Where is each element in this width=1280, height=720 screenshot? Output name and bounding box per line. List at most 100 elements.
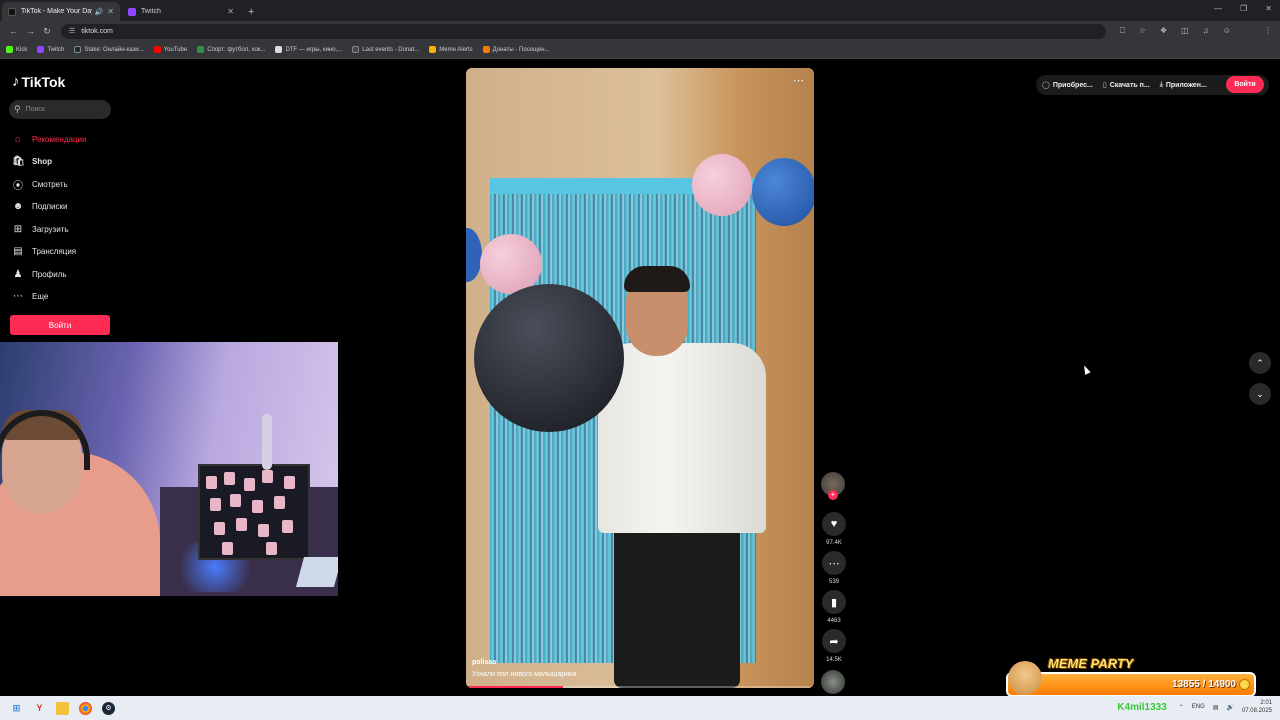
save-action[interactable]: ▮ 4463 (821, 590, 847, 625)
sidebar-item-label: Еще (32, 292, 49, 302)
back-icon[interactable]: ← (9, 26, 18, 36)
dtf-icon (275, 46, 283, 53)
cam-figurine (262, 414, 272, 470)
speaker-icon[interactable]: 🔊 (95, 8, 104, 16)
sidebar-item-label: Shop (32, 157, 52, 167)
blue-balloon (752, 158, 814, 226)
donations-icon (482, 46, 490, 53)
sidebar-item-recommendations[interactable]: ⌂ Рекомендации (12, 128, 87, 151)
video-player[interactable]: ⋯ polisaa Узнали пол нового малышарика (466, 68, 814, 688)
close-tab-icon[interactable]: ✕ (227, 7, 234, 16)
author-avatar[interactable]: + (821, 472, 845, 500)
share-icon[interactable]: ➦ (822, 629, 846, 653)
tab-twitch[interactable]: Twitch ✕ (122, 2, 240, 21)
sidebar-item-more[interactable]: ⋯ Еще (12, 286, 86, 309)
bookmark-kick[interactable]: Kick (6, 46, 27, 53)
sidebar-item-profile[interactable]: ♟ Профиль (12, 263, 86, 286)
overlay-nickname: K4mil1333 (1117, 701, 1167, 713)
video-actions: + ♥ 97.4K ⋯ 539 ▮ 4463 ➦ 14.5K (821, 472, 847, 694)
close-window-icon[interactable]: ✕ (1265, 4, 1272, 13)
bookmark-donationalerts[interactable]: Last events - Donat... (352, 46, 419, 53)
browser-menu-icon[interactable]: ⋮ (1264, 26, 1272, 35)
yandex-browser-icon[interactable]: Y (33, 702, 46, 715)
donation-icon (352, 46, 360, 53)
bookmark-youtube[interactable]: YouTube (153, 46, 188, 53)
bookmark-twitch[interactable]: Twitch (37, 46, 64, 53)
sidebar-item-upload[interactable]: ⊞ Загрузить (12, 218, 86, 241)
brand-name: TikTok (21, 73, 66, 90)
media-controls-icon[interactable]: ♫ (1203, 26, 1209, 36)
address-bar[interactable]: ☰ tiktok.com (61, 23, 1106, 39)
heart-icon[interactable]: ♥ (822, 512, 846, 536)
sidebar-login-button[interactable]: Войти (10, 315, 110, 335)
close-tab-icon[interactable]: ✕ (107, 7, 114, 16)
forward-icon[interactable]: → (26, 26, 35, 36)
pink-balloon (692, 154, 752, 216)
tray-chevron-icon[interactable]: ⌃ (1179, 704, 1184, 711)
video-author[interactable]: polisaa (472, 659, 496, 666)
search-input[interactable] (25, 106, 102, 113)
bookmark-sport[interactable]: Спорт: футбол, хок... (197, 46, 265, 53)
tiktok-logo[interactable]: ♪ TikTok (12, 73, 65, 90)
top-login-button[interactable]: Войти (1226, 76, 1264, 93)
volume-icon[interactable]: 🔊 (1226, 704, 1233, 711)
search-box[interactable]: ⚲ (9, 100, 111, 119)
shop-icon: 🛍 (12, 156, 25, 168)
bookmark-donations[interactable]: Донаты - Посещен... (482, 46, 550, 53)
sidebar-item-live[interactable]: ▤ Трансляция (12, 241, 86, 264)
sidebar-item-shop[interactable]: 🛍 Shop (12, 151, 86, 174)
sidebar-item-label: Загрузить (32, 224, 69, 234)
share-action[interactable]: ➦ 14.5K (821, 629, 847, 664)
next-video-button[interactable]: ⌄ (1249, 383, 1271, 405)
profile-icon[interactable]: ☺ (1223, 26, 1231, 36)
previous-video-button[interactable]: ⌃ (1249, 352, 1271, 374)
music-disc-icon[interactable] (821, 670, 845, 694)
comment-action[interactable]: ⋯ 539 (821, 551, 847, 586)
home-icon: ⌂ (14, 133, 22, 145)
extensions-icon[interactable]: ❖ (1160, 26, 1167, 36)
windows-start-icon[interactable]: ⊞ (10, 702, 23, 715)
language-indicator[interactable]: ENG (1192, 704, 1205, 710)
side-panel-icon[interactable]: ◫ (1181, 26, 1189, 36)
sidebar-item-label: Подписки (32, 202, 68, 212)
clock[interactable]: 2:01 07.08.2025 (1242, 699, 1272, 715)
bookmark-dtf[interactable]: DTF — игры, кино,... (275, 46, 342, 53)
sidebar-item-explore[interactable]: ⦿ Смотреть (12, 173, 86, 196)
bookmark-meme-alerts[interactable]: Meme Alerts (429, 46, 473, 53)
reload-icon[interactable]: ↻ (43, 26, 51, 37)
url-text: tiktok.com (81, 27, 113, 35)
download-label: Скачать п... (1109, 81, 1150, 89)
upload-icon: ⊞ (13, 223, 23, 235)
bookmark-icon[interactable]: ▮ (822, 590, 846, 614)
download-app-button[interactable]: ▯ Скачать п... (1103, 81, 1150, 90)
tab-tiktok[interactable]: TikTok - Make Your Day 🔊 ✕ (2, 2, 120, 21)
compass-icon: ⦿ (13, 180, 23, 192)
like-action[interactable]: ♥ 97.4K (821, 512, 847, 547)
file-explorer-icon[interactable] (56, 701, 69, 715)
buy-coins-button[interactable]: ◯ Приобрес... (1042, 81, 1093, 90)
steam-icon[interactable]: ⚙ (102, 701, 115, 715)
app-button[interactable]: ⤓ Приложен... (1160, 81, 1207, 89)
install-app-icon[interactable]: ⎕ (1120, 26, 1125, 36)
bookmark-label: YouTube (163, 46, 188, 53)
bookmark-star-icon[interactable]: ☆ (1139, 26, 1146, 36)
browser-tab-bar: TikTok - Make Your Day 🔊 ✕ Twitch ✕ + — … (0, 0, 1280, 21)
minimize-icon[interactable]: — (1214, 4, 1222, 13)
new-tab-button[interactable]: + (248, 6, 254, 18)
video-progress-bar[interactable] (466, 686, 814, 688)
network-icon[interactable]: ▤ (1213, 704, 1219, 711)
site-info-icon[interactable]: ☰ (69, 27, 75, 35)
bookmark-stake[interactable]: Stake: Онлайн-кази... (74, 46, 144, 53)
tiktok-favicon-icon (8, 7, 16, 16)
download-icon: ⤓ (1159, 81, 1163, 88)
restore-icon[interactable]: ❐ (1240, 4, 1247, 13)
bookmark-label: Stake: Онлайн-кази... (84, 46, 144, 53)
follow-plus-icon[interactable]: + (828, 490, 838, 500)
window-controls: — ❐ ✕ (1214, 4, 1272, 13)
live-icon: ▤ (13, 246, 23, 258)
more-options-icon[interactable]: ⋯ (793, 74, 804, 87)
sidebar-item-following[interactable]: ☻ Подписки (12, 196, 86, 219)
comment-icon[interactable]: ⋯ (822, 551, 846, 575)
sport-icon (197, 46, 205, 53)
chrome-icon[interactable] (79, 701, 92, 715)
